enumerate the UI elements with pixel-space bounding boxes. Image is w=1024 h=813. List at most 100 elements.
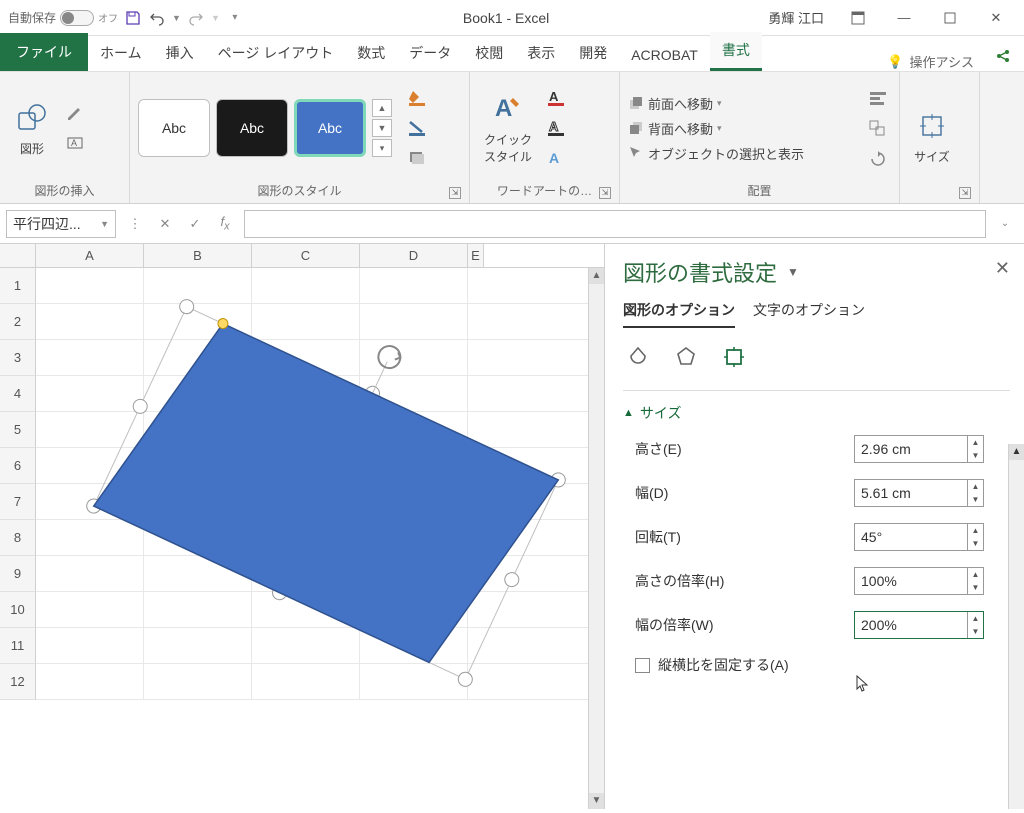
text-box-icon[interactable]: A [62, 130, 88, 156]
row-header[interactable]: 5 [0, 412, 36, 448]
text-effects-icon[interactable]: A [544, 145, 570, 171]
col-header[interactable]: C [252, 244, 360, 267]
redo-dropdown-icon[interactable]: ▼ [211, 13, 220, 23]
style-preset-2[interactable]: Abc [216, 99, 288, 157]
gallery-more-icon[interactable]: ▾ [372, 139, 392, 157]
tab-file[interactable]: ファイル [0, 33, 88, 71]
cancel-icon[interactable]: ✕ [152, 211, 178, 237]
tab-developer[interactable]: 開発 [567, 35, 619, 71]
col-header[interactable]: D [360, 244, 468, 267]
fb-menu-icon[interactable]: ⋮ [122, 211, 148, 237]
selection-pane-button[interactable]: オブジェクトの選択と表示 [628, 144, 804, 163]
spin-down-icon[interactable]: ▼ [967, 581, 983, 594]
col-header[interactable]: E [468, 244, 484, 267]
rotate-icon[interactable] [865, 145, 891, 171]
spin-up-icon[interactable]: ▲ [967, 568, 983, 581]
redo-icon[interactable] [187, 9, 205, 27]
tab-insert[interactable]: 挿入 [154, 35, 206, 71]
bring-forward-button[interactable]: 前面へ移動▾ [628, 94, 804, 113]
gallery-up-icon[interactable]: ▲ [372, 99, 392, 117]
user-name[interactable]: 勇輝 江口 [768, 8, 824, 27]
pane-vscrollbar[interactable]: ▲ [1008, 444, 1024, 809]
fill-line-icon[interactable] [623, 342, 653, 372]
pane-close-icon[interactable]: ✕ [995, 258, 1010, 279]
lock-aspect-checkbox[interactable]: 縦横比を固定する(A) [635, 655, 984, 675]
namebox-dropdown-icon[interactable]: ▼ [100, 219, 109, 229]
sheet-vscrollbar[interactable]: ▲▼ [588, 268, 604, 809]
cell-grid[interactable] [36, 268, 588, 809]
text-fill-icon[interactable]: A [544, 85, 570, 111]
rotation-input[interactable]: 45°▲▼ [854, 523, 984, 551]
section-size-header[interactable]: ▲ サイズ [623, 403, 1010, 423]
scale-height-input[interactable]: 100%▲▼ [854, 567, 984, 595]
tab-shape-options[interactable]: 図形のオプション [623, 300, 735, 328]
tab-formulas[interactable]: 数式 [345, 35, 397, 71]
enter-icon[interactable]: ✓ [182, 211, 208, 237]
gallery-scroll[interactable]: ▲ ▼ ▾ [372, 99, 392, 157]
formula-input[interactable] [244, 210, 986, 238]
text-outline-icon[interactable]: A [544, 115, 570, 141]
dialog-launcher-icon[interactable]: ⇲ [449, 187, 461, 199]
pane-title-dropdown-icon[interactable]: ▼ [787, 265, 799, 279]
qat-customize-icon[interactable]: ▾ [226, 9, 244, 27]
group-objects-icon[interactable] [865, 115, 891, 141]
style-preset-3[interactable]: Abc [294, 99, 366, 157]
effects-icon[interactable] [671, 342, 701, 372]
quick-style-button[interactable]: A クイック スタイル [478, 87, 538, 169]
spin-down-icon[interactable]: ▼ [967, 625, 983, 638]
spin-up-icon[interactable]: ▲ [967, 480, 983, 493]
shape-effects-icon[interactable] [404, 145, 430, 171]
tab-page-layout[interactable]: ページ レイアウト [206, 35, 346, 71]
save-icon[interactable] [124, 9, 142, 27]
row-header[interactable]: 4 [0, 376, 36, 412]
close-button[interactable]: ✕ [976, 3, 1016, 33]
size-button[interactable]: サイズ [908, 104, 956, 169]
row-header[interactable]: 1 [0, 268, 36, 304]
scale-width-input[interactable]: 200%▲▼ [854, 611, 984, 639]
size-properties-icon[interactable] [719, 342, 749, 372]
spin-down-icon[interactable]: ▼ [967, 493, 983, 506]
row-header[interactable]: 7 [0, 484, 36, 520]
tab-acrobat[interactable]: ACROBAT [619, 39, 710, 71]
undo-dropdown-icon[interactable]: ▼ [172, 13, 181, 23]
col-header[interactable]: A [36, 244, 144, 267]
autosave-toggle[interactable]: 自動保存 オフ [8, 9, 118, 26]
col-header[interactable]: B [144, 244, 252, 267]
select-all-corner[interactable] [0, 244, 36, 267]
share-icon[interactable] [984, 41, 1024, 71]
tab-data[interactable]: データ [397, 35, 463, 71]
height-input[interactable]: 2.96 cm▲▼ [854, 435, 984, 463]
tab-view[interactable]: 表示 [515, 35, 567, 71]
row-header[interactable]: 9 [0, 556, 36, 592]
spin-down-icon[interactable]: ▼ [967, 537, 983, 550]
row-header[interactable]: 3 [0, 340, 36, 376]
row-header[interactable]: 6 [0, 448, 36, 484]
minimize-button[interactable]: — [884, 3, 924, 33]
gallery-down-icon[interactable]: ▼ [372, 119, 392, 137]
maximize-button[interactable] [930, 3, 970, 33]
tab-home[interactable]: ホーム [88, 35, 154, 71]
tab-format[interactable]: 書式 [710, 32, 762, 71]
dialog-launcher-icon[interactable]: ⇲ [599, 187, 611, 199]
spin-up-icon[interactable]: ▲ [967, 524, 983, 537]
style-preset-1[interactable]: Abc [138, 99, 210, 157]
ribbon-display-icon[interactable] [838, 3, 878, 33]
tab-review[interactable]: 校閲 [463, 35, 515, 71]
spin-up-icon[interactable]: ▲ [967, 436, 983, 449]
row-header[interactable]: 12 [0, 664, 36, 700]
shape-outline-icon[interactable] [404, 115, 430, 141]
spin-up-icon[interactable]: ▲ [967, 612, 983, 625]
tab-text-options[interactable]: 文字のオプション [753, 300, 865, 328]
width-input[interactable]: 5.61 cm▲▼ [854, 479, 984, 507]
shapes-button[interactable]: 図形 [8, 96, 56, 161]
row-header[interactable]: 2 [0, 304, 36, 340]
spin-down-icon[interactable]: ▼ [967, 449, 983, 462]
send-backward-button[interactable]: 背面へ移動▾ [628, 119, 804, 138]
undo-icon[interactable] [148, 9, 166, 27]
row-header[interactable]: 8 [0, 520, 36, 556]
row-header[interactable]: 11 [0, 628, 36, 664]
shape-style-gallery[interactable]: Abc Abc Abc ▲ ▼ ▾ [138, 99, 392, 157]
fx-icon[interactable]: fx [212, 211, 238, 237]
dialog-launcher-icon[interactable]: ⇲ [959, 187, 971, 199]
row-header[interactable]: 10 [0, 592, 36, 628]
